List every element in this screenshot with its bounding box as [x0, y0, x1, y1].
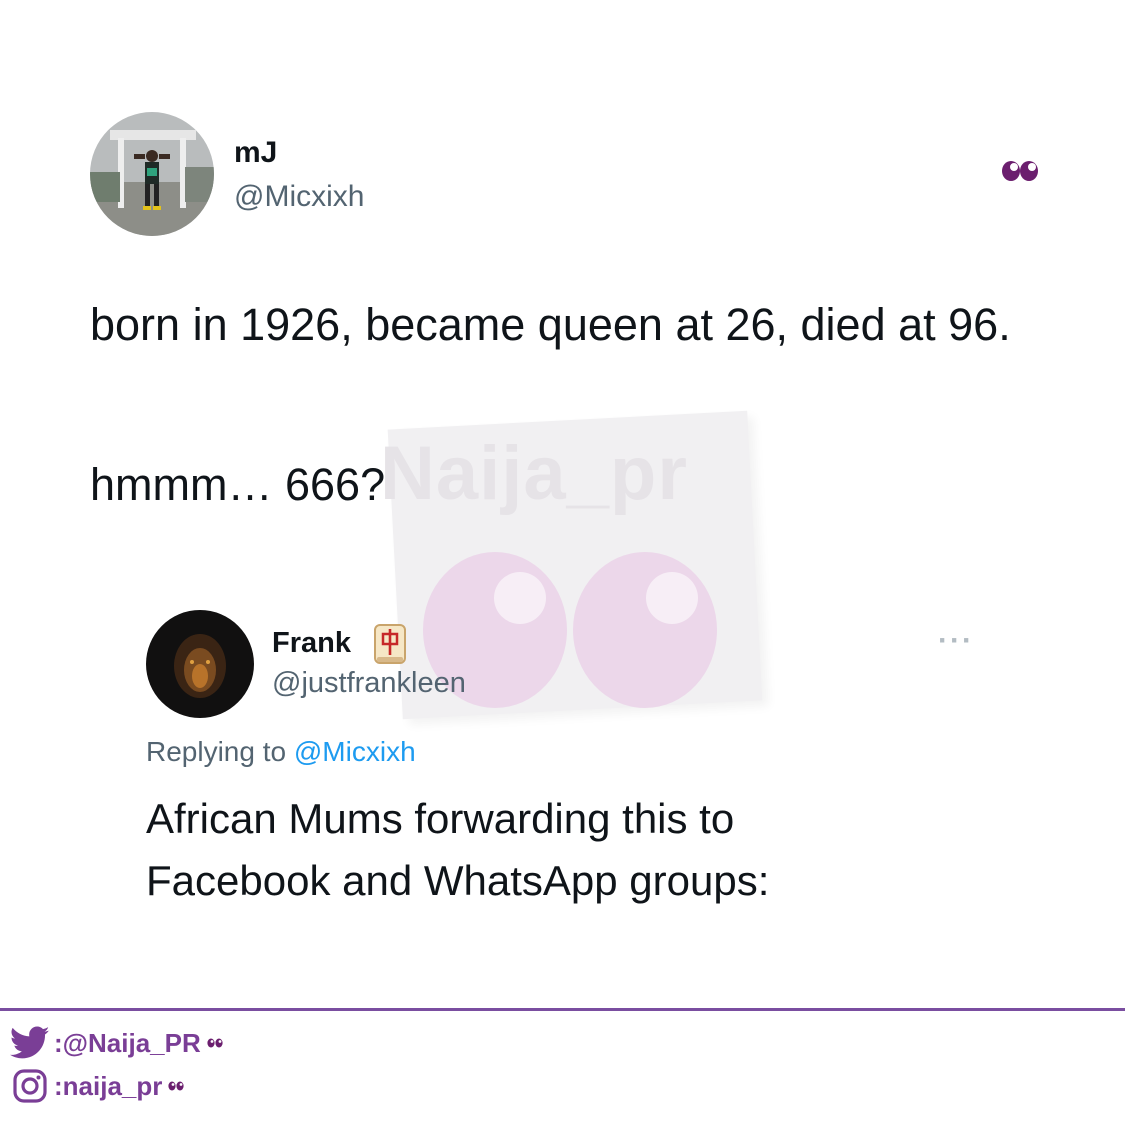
reply-author-handle[interactable]: @justfrankleen [272, 667, 466, 700]
instagram-handle-text: :naija_pr [54, 1070, 163, 1101]
author-handle[interactable]: @Micxixh [234, 180, 364, 214]
instagram-icon [13, 1069, 47, 1103]
instagram-credit[interactable]: :naija_pr [12, 1068, 184, 1104]
replying-to-label: Replying to [146, 736, 287, 767]
twitter-handle-text: :@Naija_PR [54, 1027, 201, 1058]
twitter-credit[interactable]: :@Naija_PR [10, 1026, 223, 1060]
footer-divider [0, 1008, 1125, 1011]
more-options-icon[interactable]: ··· [938, 624, 974, 658]
eyes-emoji-icon [168, 1081, 184, 1091]
tweet-text-line2: hmmm… 666? [90, 459, 386, 510]
replying-to-mention[interactable]: @Micxixh [294, 736, 416, 767]
avatar-photo [146, 610, 254, 718]
author-name[interactable]: mJ [234, 136, 277, 170]
avatar-photo [90, 112, 214, 236]
eyes-emoji-icon [1002, 161, 1038, 181]
mahjong-red-dragon-icon [374, 624, 406, 664]
twitter-bird-icon [10, 1026, 50, 1059]
reply-author-name[interactable]: Frank [272, 627, 351, 660]
eyes-emoji-icon [207, 1038, 223, 1048]
author-avatar[interactable] [90, 112, 214, 236]
tweet-text: born in 1926, became queen at 26, died a… [90, 299, 1011, 350]
replying-to-line: Replying to @Micxixh [146, 736, 416, 768]
reply-author-avatar[interactable] [146, 610, 254, 718]
reply-text: African Mums forwarding this to Facebook… [146, 795, 770, 904]
